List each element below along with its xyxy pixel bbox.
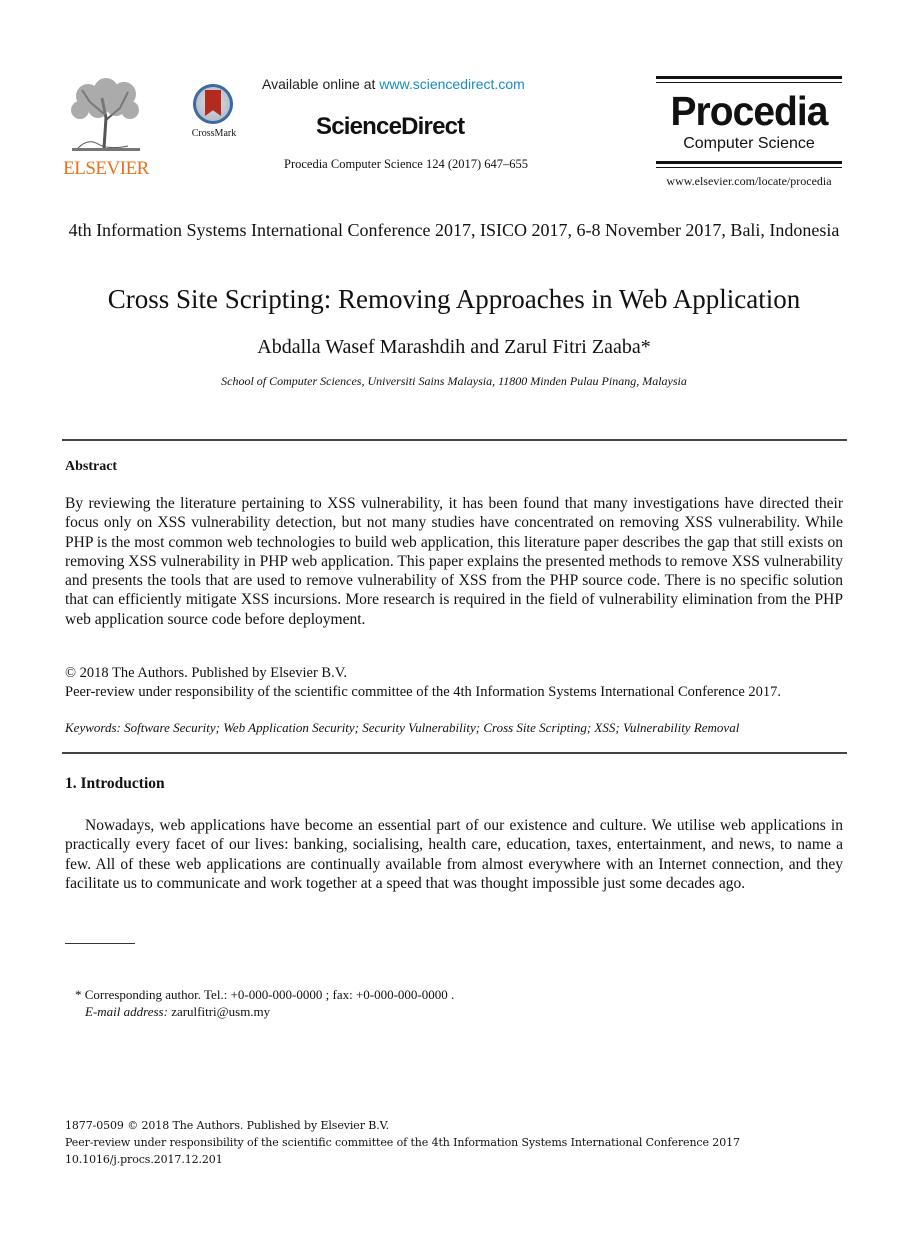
logo-rule [656,76,842,79]
divider [62,439,847,441]
peer-review-line: Peer-review under responsibility of the … [65,684,782,700]
bottom-peer-review: Peer-review under responsibility of the … [65,1136,740,1149]
email-address[interactable]: zarulfitri@usm.my [168,1004,270,1019]
journal-reference: Procedia Computer Science 124 (2017) 647… [284,157,529,171]
elsevier-tree-icon [71,78,140,151]
copyright-line: © 2018 The Authors. Published by Elsevie… [65,665,347,681]
crossmark-label: CrossMark [191,128,237,139]
abstract-heading: Abstract [65,459,118,474]
section-heading-introduction: 1. Introduction [65,775,165,792]
footnote-rule [65,943,135,944]
procedia-logo: Procedia Computer Science www.elsevier.c… [656,76,842,189]
logo-rule [656,167,842,168]
issn-line: 1877-0509 © 2018 The Authors. Published … [65,1119,389,1132]
procedia-title: Procedia [670,88,829,134]
elsevier-wordmark: ELSEVIER [63,158,149,179]
divider [62,752,847,754]
email-label: E-mail address: [85,1004,168,1019]
keywords: Keywords: Software Security; Web Applica… [65,720,740,735]
logo-rule [656,82,842,83]
corresponding-author-footnote: * Corresponding author. Tel.: +0-000-000… [75,987,455,1002]
logo-rule [656,161,842,164]
procedia-url[interactable]: www.elsevier.com/locate/procedia [656,174,842,189]
available-online-line: Available online at www.sciencedirect.co… [262,76,525,92]
paper-title: Cross Site Scripting: Removing Approache… [107,284,801,314]
email-footnote: E-mail address: zarulfitri@usm.my [85,1004,270,1020]
sciencedirect-logo: ScienceDirect [316,113,465,140]
available-prefix: Available online at [262,76,380,92]
crossmark-badge[interactable]: CrossMark [184,84,244,144]
doi[interactable]: 10.1016/j.procs.2017.12.201 [65,1153,223,1166]
elsevier-logo: ELSEVIER [62,78,150,179]
authors: Abdalla Wasef Marashdih and Zarul Fitri … [257,336,651,358]
introduction-text: Nowadays, web applications have become a… [65,817,843,892]
affiliation: School of Computer Sciences, Universiti … [221,374,687,388]
abstract-text: By reviewing the literature pertaining t… [65,495,843,628]
conference-name: 4th Information Systems International Co… [68,220,840,240]
sciencedirect-link[interactable]: www.sciencedirect.com [379,76,525,92]
procedia-subtitle: Computer Science [683,135,815,152]
